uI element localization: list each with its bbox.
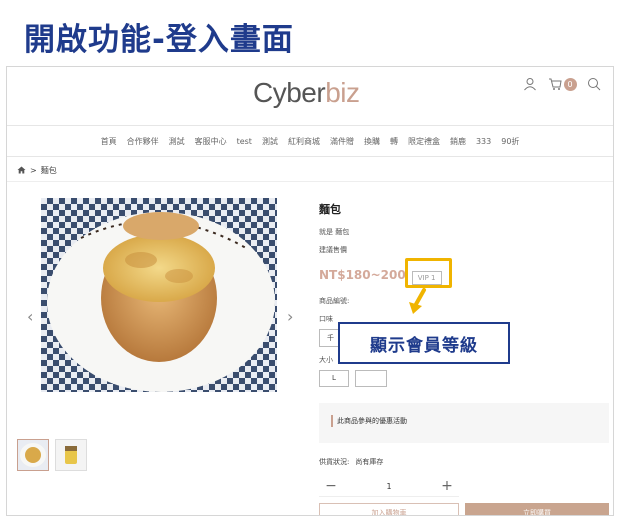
- buy-now-button[interactable]: 立即購買: [465, 503, 609, 515]
- stock-value: 尚有庫存: [355, 458, 384, 466]
- user-icon[interactable]: [521, 75, 539, 93]
- product-main-image[interactable]: [41, 198, 277, 392]
- product-subtitle: 就是 麵包: [319, 228, 350, 236]
- nav-item[interactable]: 滿件贈: [330, 136, 354, 147]
- breadcrumb-separator: >: [30, 166, 37, 175]
- nav-item[interactable]: 轉: [390, 136, 398, 147]
- logo-text: Cyber: [253, 77, 326, 108]
- nav-item[interactable]: 紅利商城: [288, 136, 320, 147]
- cart-icon[interactable]: 0: [547, 75, 577, 93]
- site-logo[interactable]: Cyberbiz: [253, 77, 360, 109]
- nav-item[interactable]: 限定禮盒: [408, 136, 440, 147]
- member-level-callout: 顯示會員等級: [338, 322, 510, 364]
- callout-arrow-icon: [409, 288, 426, 314]
- browser-frame: Cyberbiz 0 首頁 合作夥伴 測試 客服中心 test 測試 紅利商城 滿件贈 換購轉限…: [6, 66, 614, 516]
- nav-item[interactable]: 客服中心: [195, 136, 227, 147]
- nav-item[interactable]: 首頁: [101, 136, 117, 147]
- sku-label: 商品編號:: [319, 297, 350, 305]
- vip-level: VIP 1: [404, 258, 452, 288]
- size-option[interactable]: [355, 370, 387, 387]
- divider: [7, 181, 613, 182]
- promo-accent-bar: [331, 415, 333, 427]
- logo-accent-text: biz: [325, 77, 360, 108]
- search-icon[interactable]: [585, 75, 603, 93]
- breadcrumb-current[interactable]: 麵包: [41, 165, 57, 176]
- nav-item[interactable]: 90折: [501, 136, 519, 147]
- vip-highlight-box: [404, 258, 452, 288]
- site-header: Cyberbiz 0: [7, 67, 613, 125]
- quantity-stepper: − 1 +: [319, 477, 459, 497]
- nav-item[interactable]: 銷鹿: [450, 136, 466, 147]
- next-image-arrow[interactable]: ›: [287, 307, 293, 326]
- nav-item[interactable]: 換購: [364, 136, 380, 147]
- price-label: 建議售價: [319, 246, 347, 254]
- header-icons: 0: [521, 75, 603, 93]
- decrease-quantity-button[interactable]: −: [319, 477, 343, 497]
- nav-item[interactable]: 測試: [262, 136, 278, 147]
- nav-item[interactable]: 測試: [169, 136, 185, 147]
- nav-item[interactable]: test: [237, 137, 252, 146]
- stock-label: 供貨狀況:: [319, 458, 350, 466]
- main-nav: 首頁 合作夥伴 測試 客服中心 test 測試 紅利商城 滿件贈 換購轉限定禮盒 銷鹿 333 90折: [7, 125, 613, 157]
- promo-section: 此商品參與的優惠活動: [319, 403, 609, 443]
- product-name: 麵包: [319, 203, 341, 216]
- thumbnail-2[interactable]: [55, 439, 87, 471]
- increase-quantity-button[interactable]: +: [435, 477, 459, 497]
- prev-image-arrow[interactable]: ‹: [27, 307, 33, 326]
- cart-count-badge: 0: [563, 77, 577, 91]
- quantity-value[interactable]: 1: [343, 482, 435, 491]
- slide-title: 開啟功能-登入畫面: [24, 22, 294, 58]
- size-option[interactable]: L: [319, 370, 349, 387]
- size-options: L: [319, 370, 609, 387]
- price-row: NT$180~200 VIP 1: [319, 258, 609, 288]
- nav-item[interactable]: 合作夥伴: [127, 136, 159, 147]
- breadcrumb: > 麵包: [17, 165, 57, 176]
- thumbnail-1[interactable]: [17, 439, 49, 471]
- stock-status: 供貨狀況: 尚有庫存: [319, 457, 609, 467]
- product-price: NT$180~200: [319, 267, 406, 282]
- nav-item[interactable]: 333: [476, 137, 491, 146]
- home-icon[interactable]: [17, 166, 26, 176]
- add-to-cart-button[interactable]: 加入購物車: [319, 503, 460, 515]
- purchase-actions: 加入購物車 立即購買: [319, 503, 609, 515]
- promo-text: 此商品參與的優惠活動: [337, 417, 407, 425]
